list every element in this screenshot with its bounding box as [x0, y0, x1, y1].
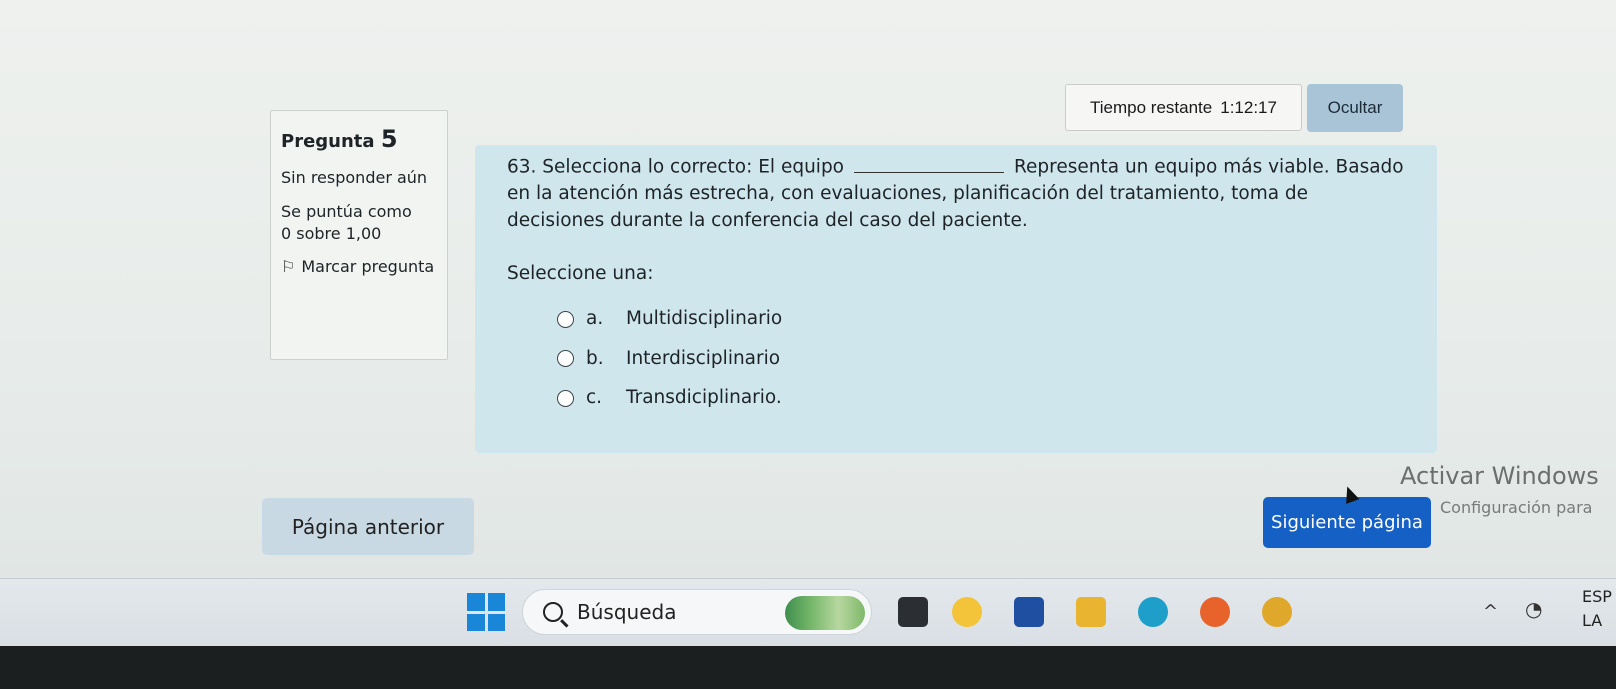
option-a-text: Multidisciplinario [626, 307, 783, 329]
activate-windows-title: Activar Windows [1400, 462, 1599, 490]
store-icon[interactable] [1014, 597, 1044, 627]
option-b-text: Interdisciplinario [626, 347, 781, 369]
option-a-letter: a. [586, 307, 604, 329]
taskbar-search-box[interactable]: Búsqueda [522, 589, 872, 635]
task-view-icon[interactable] [898, 597, 928, 627]
select-one-prompt: Seleccione una: [507, 262, 654, 284]
edge-browser-icon[interactable] [1138, 597, 1168, 627]
option-a[interactable]: a. Multidisciplinario [557, 306, 1405, 333]
search-placeholder: Búsqueda [577, 600, 677, 624]
tray-expand-icon[interactable]: ^ [1483, 601, 1498, 622]
screen-bezel [0, 646, 1616, 689]
option-b-letter: b. [586, 347, 604, 369]
windows-start-icon[interactable] [467, 593, 505, 631]
network-icon[interactable]: ◔ [1525, 597, 1542, 621]
score-label: Se puntúa como [281, 201, 412, 221]
activate-windows-subtitle: Configuración para [1440, 498, 1593, 517]
question-panel: 63. Selecciona lo correcto: El equipo Rep… [475, 145, 1437, 453]
answer-blank [854, 153, 1005, 173]
option-c[interactable]: c. Transdiciplinario. [557, 385, 1405, 412]
option-c-text: Transdiciplinario. [626, 387, 782, 409]
timer-box: Tiempo restante 1:12:17 [1065, 84, 1302, 131]
question-number-value: 5 [380, 125, 398, 153]
question-text: 63. Selecciona lo correcto: El equipo Rep… [507, 153, 1405, 235]
radio-option-b[interactable] [557, 350, 574, 368]
language-indicator[interactable]: ESP LA [1582, 585, 1612, 633]
file-explorer-icon[interactable] [1076, 597, 1106, 627]
question-info-panel: Pregunta 5 Sin responder aún Se puntúa c… [270, 110, 448, 360]
radio-option-a[interactable] [557, 310, 574, 328]
question-number: Pregunta 5 [281, 123, 437, 155]
radio-option-c[interactable] [557, 390, 574, 408]
flag-icon: ⚐ [281, 257, 296, 277]
option-c-letter: c. [586, 387, 603, 409]
option-b[interactable]: b. Interdisciplinario [557, 346, 1405, 373]
score-value: 0 sobre 1,00 [281, 223, 382, 243]
copilot-icon[interactable] [952, 597, 982, 627]
question-text-part1: 63. Selecciona lo correcto: El equipo [507, 156, 845, 178]
language-region: LA [1582, 611, 1603, 630]
question-title-word: Pregunta [281, 131, 375, 152]
taskbar: Búsqueda ^ ◔ ESP LA [0, 578, 1616, 647]
timer-label: Tiempo restante [1090, 97, 1213, 117]
next-page-button[interactable]: Siguiente página [1263, 497, 1431, 548]
chrome-icon[interactable] [1262, 597, 1292, 627]
flag-label: Marcar pregunta [301, 257, 435, 277]
previous-page-button[interactable]: Página anterior [262, 498, 474, 555]
search-icon [543, 602, 563, 622]
timer-value: 1:12:17 [1220, 97, 1277, 117]
flag-question-link[interactable]: ⚐ Marcar pregunta [281, 256, 437, 278]
language-code: ESP [1582, 587, 1612, 606]
search-highlight-image [785, 596, 865, 630]
hide-timer-button[interactable]: Ocultar [1307, 84, 1403, 132]
question-status: Sin responder aún [281, 168, 428, 188]
firefox-icon[interactable] [1200, 597, 1230, 627]
